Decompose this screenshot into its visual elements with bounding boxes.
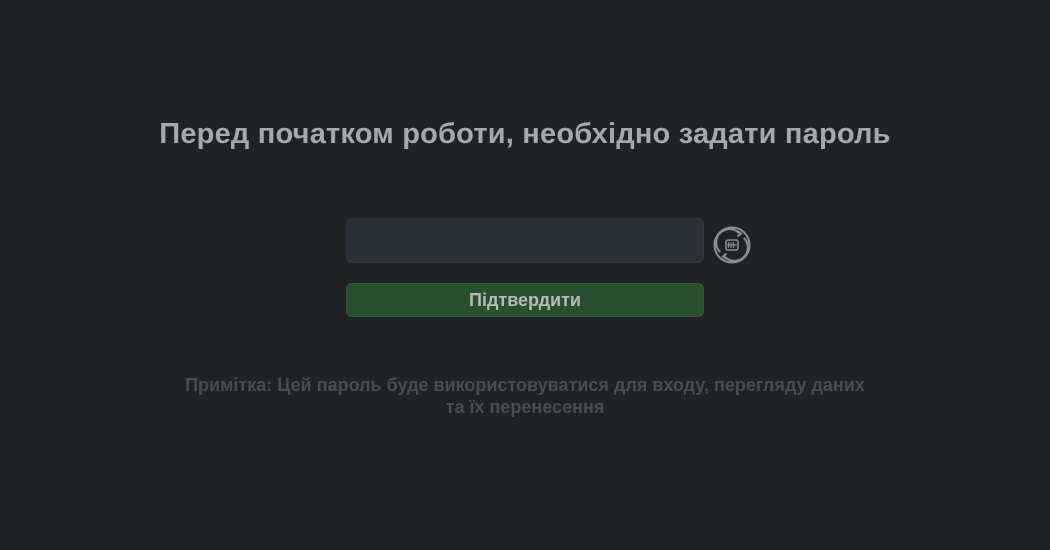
password-input[interactable]: [346, 218, 704, 263]
confirm-button[interactable]: Підтвердити: [346, 283, 704, 317]
page-title: Перед початком роботи, необхідно задати …: [159, 118, 891, 150]
password-note: Примітка: Цей пароль буде використовуват…: [110, 374, 940, 418]
password-generate-icon: [713, 226, 751, 264]
generate-password-button[interactable]: [712, 225, 752, 265]
note-line-1: Примітка: Цей пароль буде використовуват…: [185, 375, 865, 395]
note-line-2: та їх перенесення: [445, 397, 605, 417]
password-setup-page: Перед початком роботи, необхідно задати …: [0, 0, 1050, 550]
